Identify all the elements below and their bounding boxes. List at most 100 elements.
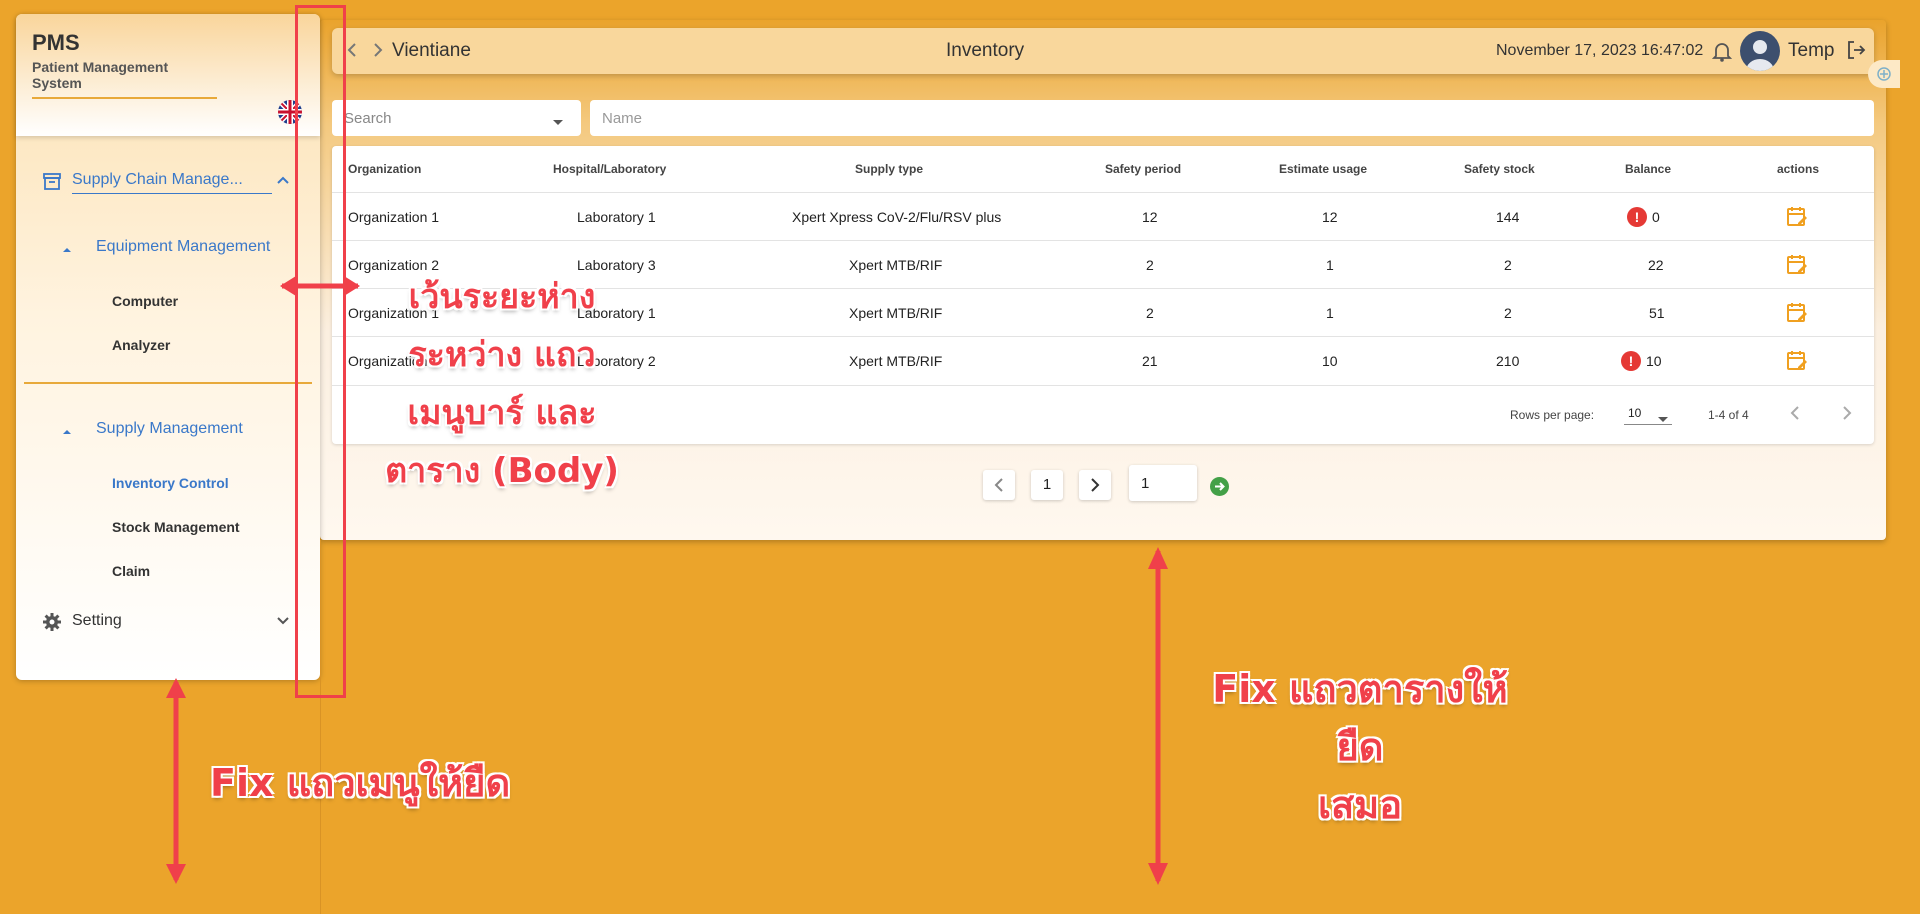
cell-safety-stock: 210 (1496, 353, 1520, 369)
page-number-button[interactable]: 1 (1031, 470, 1063, 500)
sidebar-item-inventory-control[interactable]: Inventory Control (112, 475, 229, 491)
cell-organization: Organization 1 (348, 209, 440, 225)
caret-up-icon (62, 424, 72, 442)
chevron-up-icon (276, 173, 290, 192)
cell-balance: 22 (1648, 257, 1664, 273)
column-header: Estimate usage (1279, 162, 1368, 176)
cell-supply-type: Xpert MTB/RIF (849, 353, 943, 369)
annotation-line: เมนูบาร์ และ (407, 393, 597, 433)
calendar-edit-icon[interactable] (1786, 205, 1808, 227)
cell-supply-type: Xpert MTB/RIF (849, 305, 943, 321)
alert-icon: ! (1621, 351, 1641, 371)
cell-estimate-usage: 10 (1322, 353, 1338, 369)
user-name: Temp (1788, 40, 1835, 61)
dropdown-arrow-icon (1658, 410, 1668, 428)
annotation-double-arrow-menu (166, 678, 186, 884)
app-subtitle: Patient Management System (32, 59, 217, 99)
cell-safety-period: 2 (1146, 305, 1154, 321)
bell-icon[interactable] (1711, 40, 1733, 67)
calendar-edit-icon[interactable] (1786, 301, 1808, 323)
sidebar-item-label: Equipment Management (96, 238, 271, 255)
dropdown-arrow-icon (552, 114, 564, 132)
chevron-down-icon (276, 614, 290, 633)
sidebar: PMS Patient Management System Supply Cha… (16, 14, 320, 680)
rows-per-page-select[interactable]: 10 (1624, 400, 1672, 425)
annotation-line: Fix แถวตารางให้ยืด (1212, 667, 1508, 769)
cell-safety-stock: 2 (1504, 305, 1512, 321)
sidebar-item-supply-management[interactable]: Supply Management (62, 418, 302, 444)
cell-safety-period: 21 (1142, 353, 1158, 369)
sidebar-item-label: Supply Chain Manage... (72, 171, 272, 194)
column-header: Safety period (1105, 162, 1182, 176)
calendar-edit-icon[interactable] (1786, 253, 1808, 275)
cell-safety-period: 2 (1146, 257, 1154, 273)
annotation-line: เว้นระยะห่าง (408, 277, 596, 317)
table-row: Organization 1 Laboratory 1 Xpert Xpress… (332, 192, 1874, 241)
alert-icon: ! (1627, 207, 1647, 227)
floating-widget-icon[interactable] (1868, 60, 1900, 88)
cell-safety-stock: 144 (1496, 209, 1520, 225)
annotation-line: ตาราง (Body) (385, 451, 619, 491)
annotation-spacing-text: เว้นระยะห่าง ระหว่าง แถว เมนูบาร์ และ ตา… (372, 268, 632, 500)
caret-up-icon (62, 242, 72, 260)
column-header: actions (1777, 162, 1820, 176)
column-header: Supply type (855, 162, 924, 176)
sidebar-item-equipment[interactable]: Equipment Management (62, 236, 302, 262)
cell-estimate-usage: 1 (1326, 257, 1334, 273)
sidebar-item-stock-management[interactable]: Stock Management (112, 519, 240, 535)
annotation-line: ระหว่าง แถว (408, 335, 596, 375)
datetime: November 17, 2023 16:47:02 (1496, 42, 1704, 59)
rows-per-page-label: Rows per page: (1510, 408, 1595, 422)
annotation-fix-table: Fix แถวตารางให้ยืด เสมอ (1190, 660, 1530, 834)
name-input[interactable]: Name (590, 100, 1874, 136)
sidebar-item-label: Setting (72, 612, 122, 629)
cell-estimate-usage: 1 (1326, 305, 1334, 321)
sidebar-item-label: Supply Management (96, 420, 243, 437)
goto-page-value: 1 (1141, 475, 1150, 492)
column-header: Organization (348, 162, 422, 176)
cell-supply-type: Xpert MTB/RIF (849, 257, 943, 273)
logout-icon[interactable] (1846, 40, 1866, 65)
goto-page-input[interactable]: 1 (1129, 465, 1197, 501)
search-placeholder: Search (344, 110, 392, 127)
go-arrow-icon[interactable] (1210, 477, 1229, 496)
rows-per-page-value: 10 (1628, 406, 1642, 420)
cell-balance: 10 (1646, 353, 1662, 369)
annotation-spacing-box (295, 5, 346, 698)
next-page-button[interactable] (1079, 470, 1111, 500)
annotation-double-arrow-horizontal (280, 276, 360, 296)
column-header: Hospital/Laboratory (553, 162, 667, 176)
sidebar-divider (24, 382, 312, 384)
cell-safety-period: 12 (1142, 209, 1158, 225)
calendar-edit-icon[interactable] (1786, 349, 1808, 371)
sidebar-item-analyzer[interactable]: Analyzer (112, 337, 170, 353)
page-title: Inventory (946, 40, 1025, 61)
column-header: Safety stock (1464, 162, 1535, 176)
annotation-line: เสมอ (1317, 783, 1403, 827)
cell-balance: 51 (1649, 305, 1665, 321)
chevron-left-icon[interactable] (346, 42, 358, 63)
cell-supply-type: Xpert Xpress CoV-2/Flu/RSV plus (792, 209, 1002, 225)
prev-page-button[interactable] (983, 470, 1015, 500)
inventory-box-icon (42, 171, 62, 196)
search-select[interactable]: Search (332, 100, 581, 136)
location-label: Vientiane (392, 40, 471, 61)
sidebar-item-claim[interactable]: Claim (112, 563, 150, 579)
sidebar-item-computer[interactable]: Computer (112, 293, 178, 309)
annotation-fix-menu: Fix แถวเมนูให้ยืด (210, 761, 511, 805)
chevron-right-icon[interactable] (372, 42, 384, 63)
app-title: PMS (32, 30, 80, 55)
avatar[interactable] (1740, 31, 1780, 71)
chevron-left-icon[interactable] (1790, 406, 1800, 425)
cell-lab: Laboratory 1 (577, 209, 656, 225)
annotation-double-arrow-table (1148, 547, 1168, 885)
cell-estimate-usage: 12 (1322, 209, 1338, 225)
column-header: Balance (1625, 162, 1672, 176)
cell-balance: 0 (1652, 209, 1660, 225)
sidebar-item-setting[interactable]: Setting (42, 610, 302, 638)
brand-header: PMS Patient Management System (16, 14, 320, 136)
sidebar-item-supply-chain[interactable]: Supply Chain Manage... (42, 169, 302, 197)
chevron-right-icon[interactable] (1842, 406, 1852, 425)
cell-safety-stock: 2 (1504, 257, 1512, 273)
gear-icon (42, 612, 62, 637)
